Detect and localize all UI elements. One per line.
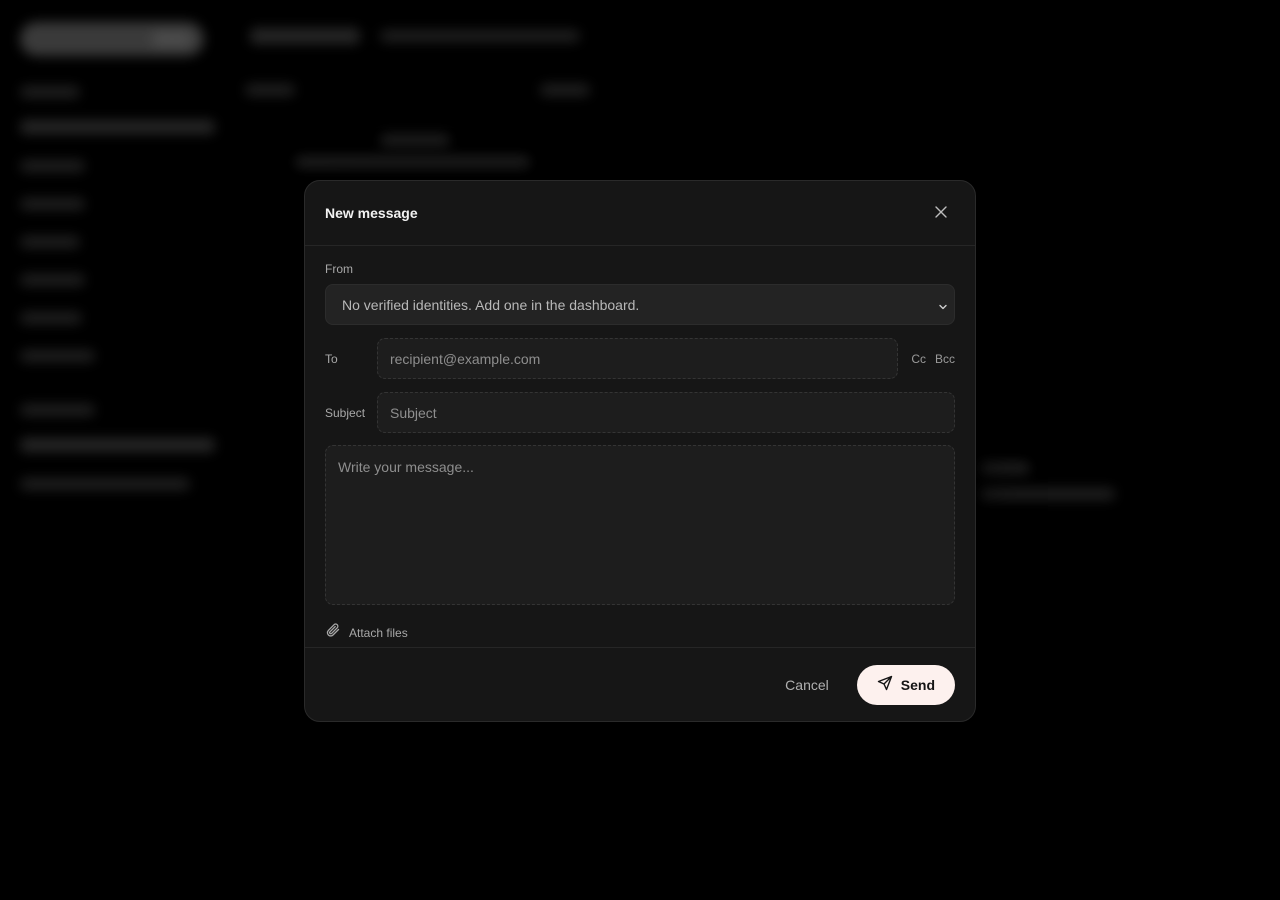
attach-files-label: Attach files xyxy=(349,625,408,640)
to-label: To xyxy=(325,351,338,366)
from-select[interactable]: No verified identities. Add one in the d… xyxy=(325,284,955,325)
from-label: From xyxy=(325,262,353,276)
modal-title: New message xyxy=(325,205,418,221)
send-label: Send xyxy=(900,676,935,693)
subject-label: Subject xyxy=(325,405,366,420)
chevron-down-icon xyxy=(938,299,948,317)
modal-overlay[interactable]: New message From No verified identities.… xyxy=(0,0,1280,900)
to-row: To Cc Bcc xyxy=(325,338,955,379)
modal-header: New message xyxy=(305,181,975,246)
subject-input[interactable] xyxy=(377,392,955,433)
modal-footer: Cancel Send xyxy=(305,647,975,721)
from-selected-value: No verified identities. Add one in the d… xyxy=(342,296,640,313)
subject-row: Subject xyxy=(325,392,955,433)
attach-files-button[interactable]: Attach files xyxy=(325,622,415,643)
message-textarea[interactable] xyxy=(325,445,955,605)
compose-modal: New message From No verified identities.… xyxy=(304,180,976,722)
close-button[interactable] xyxy=(927,199,955,227)
cc-bcc-links: Cc Bcc xyxy=(911,352,955,366)
paperclip-icon xyxy=(325,622,341,643)
cancel-button[interactable]: Cancel xyxy=(785,677,829,693)
cc-button[interactable]: Cc xyxy=(911,352,926,366)
send-icon xyxy=(877,675,893,694)
close-icon xyxy=(935,205,947,221)
bcc-button[interactable]: Bcc xyxy=(935,352,955,366)
send-button[interactable]: Send xyxy=(856,664,955,705)
to-input[interactable] xyxy=(376,338,899,379)
modal-body: From No verified identities. Add one in … xyxy=(305,246,975,643)
